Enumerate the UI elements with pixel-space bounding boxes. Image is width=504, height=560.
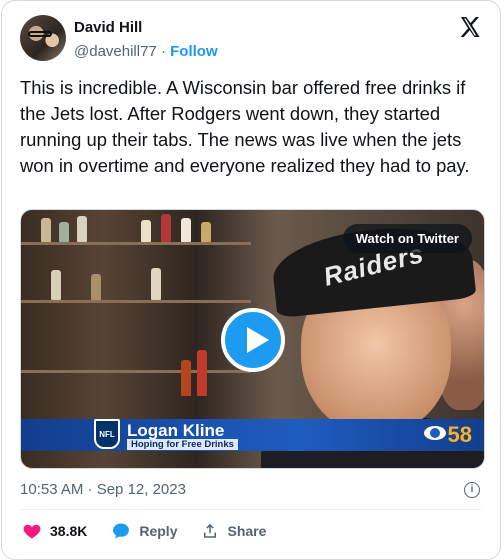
author-handle[interactable]: @davehill77 bbox=[74, 43, 157, 60]
bar-shelf bbox=[21, 242, 251, 245]
play-icon[interactable] bbox=[221, 308, 285, 372]
bottle bbox=[41, 218, 51, 242]
bottle bbox=[181, 218, 191, 242]
info-icon[interactable]: i bbox=[464, 482, 480, 498]
share-button[interactable]: Share bbox=[201, 522, 266, 540]
bottle bbox=[141, 220, 151, 242]
bottle bbox=[161, 214, 171, 242]
avatar[interactable] bbox=[20, 15, 66, 61]
nfl-logo: NFL bbox=[94, 419, 120, 449]
nfl-logo-text: NFL bbox=[99, 430, 115, 439]
divider bbox=[20, 509, 482, 510]
reply-button[interactable]: Reply bbox=[111, 521, 177, 541]
tweet-card: David Hill @davehill77 · Follow This is … bbox=[1, 0, 501, 560]
bottle bbox=[201, 222, 211, 242]
bottle bbox=[77, 216, 87, 242]
watch-on-twitter-button[interactable]: Watch on Twitter bbox=[342, 224, 472, 253]
lower-third-name: Logan Kline bbox=[127, 421, 225, 440]
timestamp[interactable]: 10:53 AM · Sep 12, 2023 bbox=[20, 481, 186, 498]
bar-shelf bbox=[21, 300, 251, 303]
handle-separator: · bbox=[160, 43, 166, 60]
like-count: 38.8K bbox=[50, 523, 88, 539]
video-player[interactable]: Raiders Watch on Twitter NFL Logan Kline… bbox=[20, 209, 485, 469]
hot-sauce-bottle bbox=[197, 350, 207, 396]
reply-icon bbox=[113, 523, 130, 539]
action-bar: 38.8K Reply Share bbox=[22, 521, 266, 541]
station-logo: 58 bbox=[423, 422, 472, 448]
tweet-text: This is incredible. A Wisconsin bar offe… bbox=[20, 77, 470, 176]
follow-button[interactable]: Follow bbox=[170, 43, 218, 60]
author-handle-row: @davehill77 · Follow bbox=[74, 43, 218, 60]
cbs-eye-icon bbox=[423, 426, 446, 440]
lower-third-banner bbox=[21, 419, 484, 451]
bar-shelf bbox=[21, 370, 251, 373]
bottle bbox=[51, 270, 61, 300]
author-name[interactable]: David Hill bbox=[74, 19, 142, 36]
heart-icon bbox=[23, 524, 41, 539]
bottle bbox=[59, 222, 69, 242]
lower-third-subtitle: Hoping for Free Drinks bbox=[127, 439, 238, 450]
like-button[interactable]: 38.8K bbox=[22, 521, 87, 541]
hot-sauce-bottle bbox=[181, 360, 191, 396]
share-icon bbox=[204, 523, 217, 538]
bottle bbox=[151, 268, 161, 300]
station-number: 58 bbox=[447, 422, 472, 447]
share-label: Share bbox=[227, 523, 267, 539]
reply-label: Reply bbox=[139, 523, 178, 539]
bottle bbox=[91, 274, 101, 300]
x-logo-icon[interactable] bbox=[458, 15, 482, 39]
